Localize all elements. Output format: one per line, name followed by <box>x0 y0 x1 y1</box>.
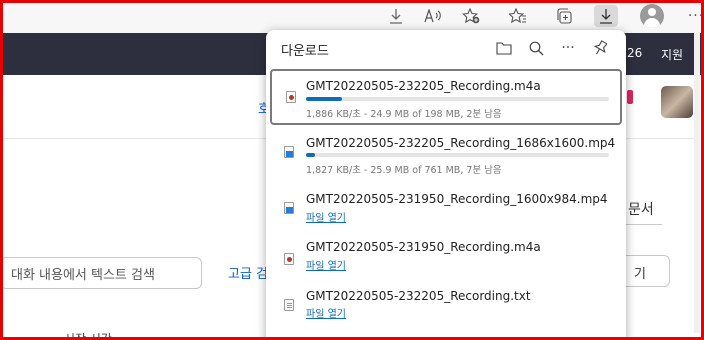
header-support-link[interactable]: 지원 <box>661 46 683 63</box>
add-favorite-icon[interactable] <box>459 5 483 27</box>
notification-badge <box>627 90 633 104</box>
download-status: 1,886 KB/초 - 24.9 MB of 198 MB, 2분 남음 <box>306 109 502 120</box>
video-file-icon <box>284 202 294 214</box>
transcript-search-input[interactable]: 대화 내용에서 텍스트 검색 <box>0 257 202 289</box>
search-downloads-icon[interactable] <box>525 38 547 58</box>
divider <box>0 138 266 139</box>
downloads-button-icon[interactable] <box>594 5 618 27</box>
text-file-icon <box>284 299 294 311</box>
open-folder-icon[interactable] <box>493 38 515 58</box>
download-item[interactable]: GMT20220505-232205_Recording.m4a 1,886 K… <box>270 69 622 125</box>
download-item[interactable]: GMT20220505-231950_Recording_1600x984.mp… <box>270 182 622 238</box>
browser-toolbar: ··· <box>0 0 704 33</box>
read-aloud-icon[interactable] <box>421 5 445 27</box>
download-item[interactable]: GMT20220505-231950_Recording.m4a 파일 열기 <box>270 235 622 291</box>
downloads-title: 다운로드 <box>281 44 329 59</box>
open-file-link[interactable]: 파일 열기 <box>306 305 346 320</box>
download-item[interactable]: GMT20220505-232205_Recording_1686x1600.m… <box>270 126 622 182</box>
downloads-header: 다운로드 ··· <box>266 30 626 66</box>
more-options-icon[interactable]: ··· <box>557 38 579 58</box>
download-item[interactable]: GMT20220505-232205_Recording.txt 파일 열기 <box>270 286 622 340</box>
file-name: GMT20220505-232205_Recording.txt <box>306 289 531 303</box>
open-file-link[interactable]: 파일 열기 <box>306 209 346 224</box>
divider <box>626 138 696 139</box>
user-avatar[interactable] <box>661 86 693 118</box>
download-arrow-icon[interactable] <box>384 5 408 27</box>
open-file-link[interactable]: 파일 열기 <box>306 257 346 272</box>
file-name: GMT20220505-232205_Recording_1686x1600.m… <box>306 136 616 150</box>
pin-icon[interactable] <box>589 38 611 58</box>
page-scrollbar[interactable] <box>694 33 700 333</box>
favorites-icon[interactable] <box>506 5 530 27</box>
advanced-search-link[interactable]: 고급 검 <box>228 263 268 282</box>
file-name: GMT20220505-231950_Recording.m4a <box>306 240 541 254</box>
audio-file-icon <box>284 253 294 265</box>
download-progress-bar <box>306 153 609 157</box>
profile-avatar-icon[interactable] <box>640 4 664 28</box>
file-name: GMT20220505-232205_Recording.m4a <box>306 79 541 93</box>
header-count: 26 <box>627 46 643 60</box>
settings-more-icon[interactable]: ··· <box>684 5 704 27</box>
downloads-panel: 다운로드 ··· GMT20220505-232205_Recording.m4… <box>266 30 626 340</box>
video-file-icon <box>284 146 294 158</box>
file-name: GMT20220505-231950_Recording_1600x984.mp… <box>306 192 608 206</box>
audio-file-icon <box>286 91 296 103</box>
documents-tab[interactable]: 문서 <box>628 199 654 219</box>
right-action-label: 기 <box>634 267 646 282</box>
download-progress-bar <box>306 97 609 101</box>
collections-icon[interactable] <box>552 5 576 27</box>
start-time-label: 시작 시간 <box>64 332 112 340</box>
download-status: 1,827 KB/초 - 25.9 MB of 761 MB, 7분 남음 <box>306 165 502 176</box>
tab-underline <box>626 224 662 225</box>
